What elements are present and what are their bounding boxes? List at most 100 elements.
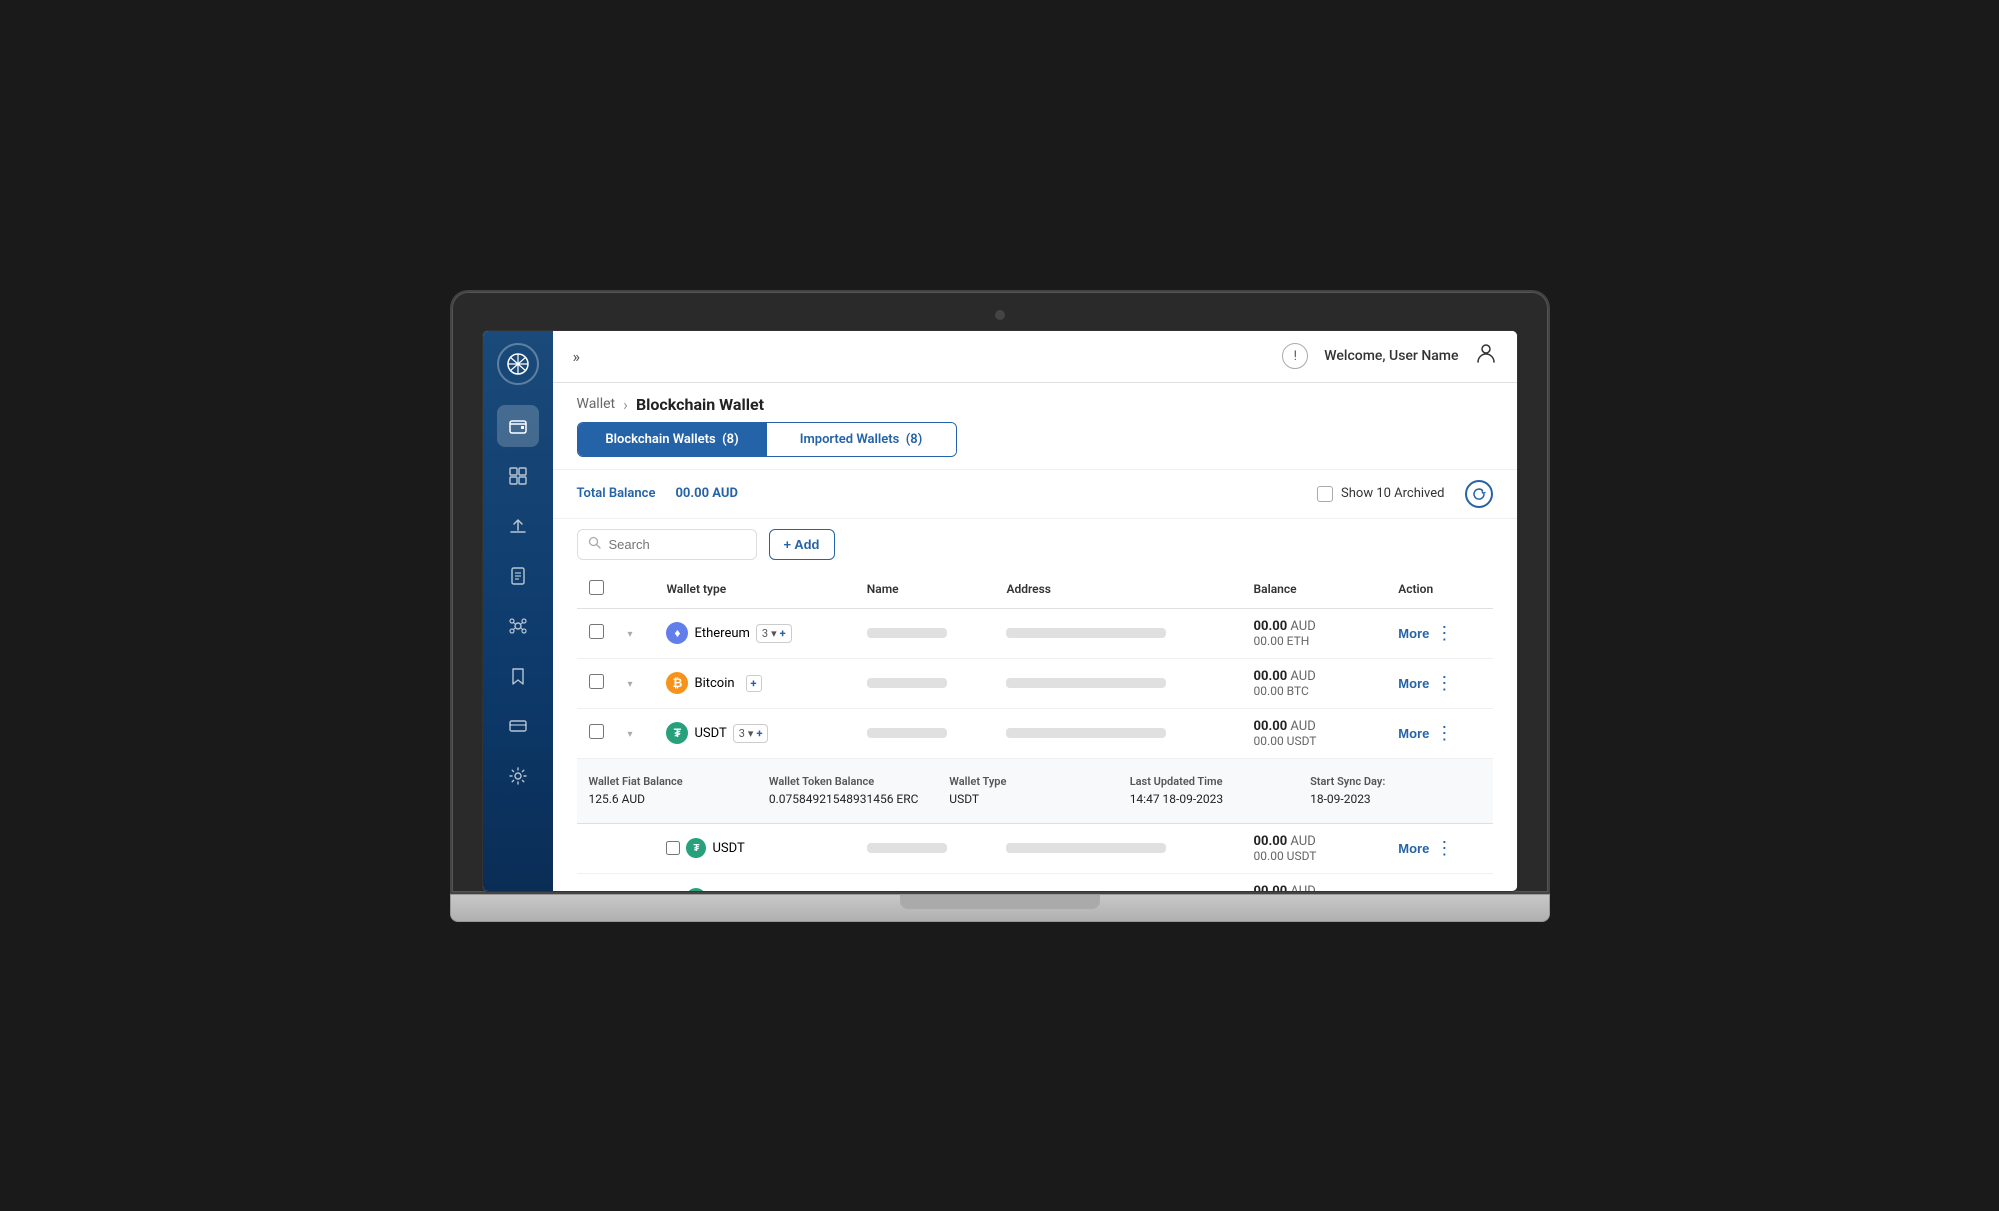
usdt-add[interactable]: + (756, 727, 762, 740)
eth-dropdown[interactable]: ▾ (771, 627, 777, 640)
usdt-count-badge[interactable]: 3 ▾ + (733, 724, 769, 743)
sidebar-item-cards[interactable] (497, 705, 539, 747)
expand-icon[interactable]: » (573, 347, 581, 366)
detail-type-val: USDT (949, 792, 979, 806)
usdt-sub1-balance: 00.00 AUD 00.00 USDT (1242, 823, 1387, 873)
row-checkbox-usdt[interactable] (589, 724, 604, 739)
detail-token-balance: Wallet Token Balance 0.07584921548931456… (769, 775, 939, 807)
usdt-dots-button[interactable]: ⋮ (1435, 724, 1453, 742)
sidebar-item-docs[interactable] (497, 555, 539, 597)
detail-type-label: Wallet Type (949, 775, 1119, 788)
wallet-type-usdt-sub2: ₮ USDT (666, 888, 842, 891)
eth-dots-button[interactable]: ⋮ (1435, 624, 1453, 642)
search-input[interactable] (609, 537, 785, 552)
alert-icon[interactable]: ! (1282, 343, 1308, 369)
sidebar-item-bookmarks[interactable] (497, 655, 539, 697)
sidebar-item-network[interactable] (497, 605, 539, 647)
btc-count-badge[interactable]: + (741, 673, 767, 694)
search-icon (588, 536, 601, 553)
laptop-base (450, 894, 1550, 922)
btc-add[interactable]: + (746, 675, 762, 692)
usdt-sub1-more-button[interactable]: More (1398, 841, 1429, 856)
usdt-sub1-name (867, 843, 947, 853)
detail-updated-val: 14:47 18-09-2023 (1130, 792, 1223, 806)
sidebar-item-settings[interactable] (497, 755, 539, 797)
btc-dots-button[interactable]: ⋮ (1435, 674, 1453, 692)
select-all-checkbox[interactable] (589, 580, 604, 595)
col-wallet-type: Wallet type (654, 570, 854, 609)
col-checkbox (577, 570, 616, 609)
breadcrumb-separator: › (623, 395, 628, 414)
btc-more-button[interactable]: More (1398, 676, 1429, 691)
wallet-type-btc: ₿ Bitcoin + (666, 672, 842, 694)
breadcrumb-link[interactable]: Wallet (577, 396, 616, 412)
usdt-sub1-icon: ₮ (686, 838, 706, 858)
wallet-type-eth: ♦ Ethereum 3 ▾ + (666, 622, 842, 644)
laptop-shell: » ! Welcome, User Name (450, 290, 1550, 922)
balance-label: Total Balance (577, 486, 656, 501)
usdt-sub2-balance: 00.00 AUD 00.00 SPLUSDT (1242, 873, 1387, 891)
col-action: Action (1386, 570, 1492, 609)
usdt-address-placeholder (1006, 728, 1166, 738)
balance-value: 00.00 AUD (675, 486, 737, 501)
detail-fiat-balance: Wallet Fiat Balance 125.6 AUD (589, 775, 759, 807)
eth-more-button[interactable]: More (1398, 626, 1429, 641)
topbar-right: ! Welcome, User Name (1282, 342, 1496, 370)
archived-check[interactable] (1317, 486, 1333, 502)
row-expand-usdt[interactable]: ▾ (628, 729, 633, 740)
sidebar-logo[interactable] (497, 343, 539, 385)
tab-blockchain-wallets[interactable]: Blockchain Wallets (8) (578, 423, 767, 456)
eth-name-placeholder (867, 628, 947, 638)
btc-icon: ₿ (666, 672, 688, 694)
add-button[interactable]: + Add (769, 529, 835, 560)
search-box[interactable]: ▾ (577, 529, 757, 560)
eth-action: More ⋮ (1398, 624, 1480, 642)
archived-checkbox[interactable]: Show 10 Archived (1317, 486, 1444, 502)
toolbar: ▾ + Add (553, 519, 1517, 570)
topbar-left: » (573, 347, 581, 366)
usdt-balance: 00.00 AUD 00.00 USDT (1242, 708, 1387, 758)
eth-count-badge[interactable]: 3 ▾ + (756, 624, 792, 643)
usdt-sub1-label: USDT (712, 841, 744, 856)
welcome-text: Welcome, User Name (1324, 348, 1458, 364)
row-checkbox-btc[interactable] (589, 674, 604, 689)
usdt-dropdown[interactable]: ▾ (748, 727, 754, 740)
col-balance: Balance (1242, 570, 1387, 609)
row-expand-btc[interactable]: ▾ (628, 679, 633, 690)
tabs-container: Blockchain Wallets (8) Imported Wallets … (553, 422, 1517, 469)
row-expand-eth[interactable]: ▾ (628, 629, 633, 640)
usdt-sub2-dots-button[interactable]: ⋮ (1435, 889, 1453, 891)
sidebar-item-upload[interactable] (497, 505, 539, 547)
detail-token-val: 0.07584921548931456 ERC (769, 792, 919, 806)
sidebar (483, 331, 553, 891)
sidebar-item-dashboard[interactable] (497, 455, 539, 497)
usdt-sub1-address (1006, 843, 1166, 853)
table-header-row: Wallet type Name Address Balance Action (577, 570, 1493, 609)
refresh-button[interactable] (1465, 480, 1493, 508)
table-wrapper: Wallet type Name Address Balance Action (553, 570, 1517, 891)
eth-add[interactable]: + (780, 627, 786, 640)
wallet-type-usdt-sub1: ₮ USDT (666, 838, 842, 858)
usdt-sub1-dots-button[interactable]: ⋮ (1435, 839, 1453, 857)
tab-imported-wallets[interactable]: Imported Wallets (8) (767, 423, 956, 456)
detail-fiat-label: Wallet Fiat Balance (589, 775, 759, 788)
sidebar-item-wallet[interactable] (497, 405, 539, 447)
usdt-sub2-action: More ⋮ (1398, 889, 1480, 891)
usdt-more-button[interactable]: More (1398, 726, 1429, 741)
table-row: ₮ USDT 00.00 AUD 00.00 SPLUSDT (577, 873, 1493, 891)
user-icon[interactable] (1475, 342, 1497, 370)
eth-count: 3 (762, 627, 768, 640)
detail-token-label: Wallet Token Balance (769, 775, 939, 788)
row-checkbox-eth[interactable] (589, 624, 604, 639)
sub1-checkbox[interactable] (666, 841, 680, 855)
breadcrumb-current: Blockchain Wallet (636, 395, 764, 414)
btc-address-placeholder (1006, 678, 1166, 688)
usdt-count: 3 (739, 727, 745, 740)
detail-sync-label: Start Sync Day: (1310, 775, 1480, 788)
table-row: ▾ ♦ Ethereum 3 ▾ + (577, 608, 1493, 658)
screen-bezel: » ! Welcome, User Name (450, 290, 1550, 894)
table-row: ▾ ₮ USDT 3 ▾ + (577, 708, 1493, 758)
usdt-sub2-icon: ₮ (686, 888, 706, 891)
app-container: » ! Welcome, User Name (483, 331, 1517, 891)
table-row: ▾ ₿ Bitcoin + (577, 658, 1493, 708)
